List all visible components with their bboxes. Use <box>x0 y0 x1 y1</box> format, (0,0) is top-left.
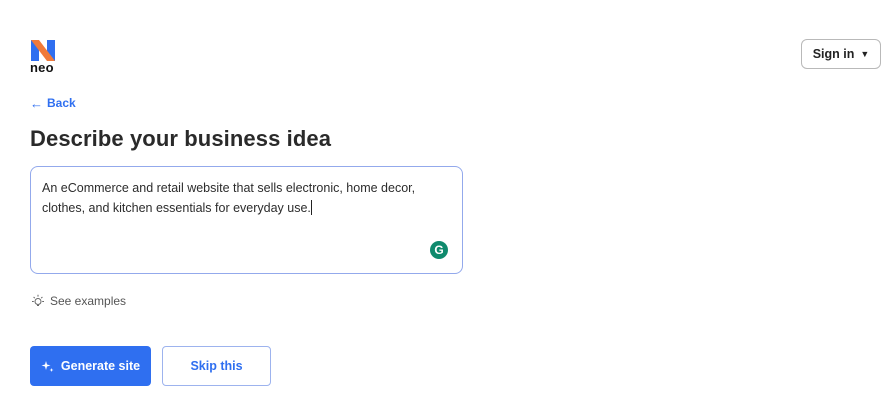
sign-in-label: Sign in <box>812 47 855 61</box>
generate-site-button[interactable]: Generate site <box>30 346 151 386</box>
arrow-left-icon: ← <box>30 95 43 111</box>
back-label: Back <box>47 96 76 110</box>
skip-this-button[interactable]: Skip this <box>162 346 271 386</box>
caret-down-icon: ▼ <box>860 48 870 59</box>
see-examples-link[interactable]: See examples <box>31 294 126 308</box>
business-idea-value: An eCommerce and retail website that sel… <box>42 181 416 215</box>
grammarly-icon[interactable]: G <box>430 241 448 259</box>
business-idea-input[interactable]: An eCommerce and retail website that sel… <box>30 166 463 274</box>
business-idea-text[interactable]: An eCommerce and retail website that sel… <box>42 178 447 218</box>
grammarly-letter: G <box>434 243 444 257</box>
sign-in-button[interactable]: Sign in ▼ <box>801 39 881 69</box>
page: neo Sign in ▼ ← Back Describe your busin… <box>0 0 894 406</box>
generate-site-label: Generate site <box>60 359 141 373</box>
sparkle-icon <box>41 360 54 372</box>
lightbulb-icon <box>32 294 44 306</box>
see-examples-label: See examples <box>50 294 127 308</box>
logo-wordmark: neo <box>30 60 54 75</box>
back-link[interactable]: ← Back <box>30 96 76 110</box>
page-title: Describe your business idea <box>30 126 332 151</box>
text-cursor <box>310 200 312 215</box>
